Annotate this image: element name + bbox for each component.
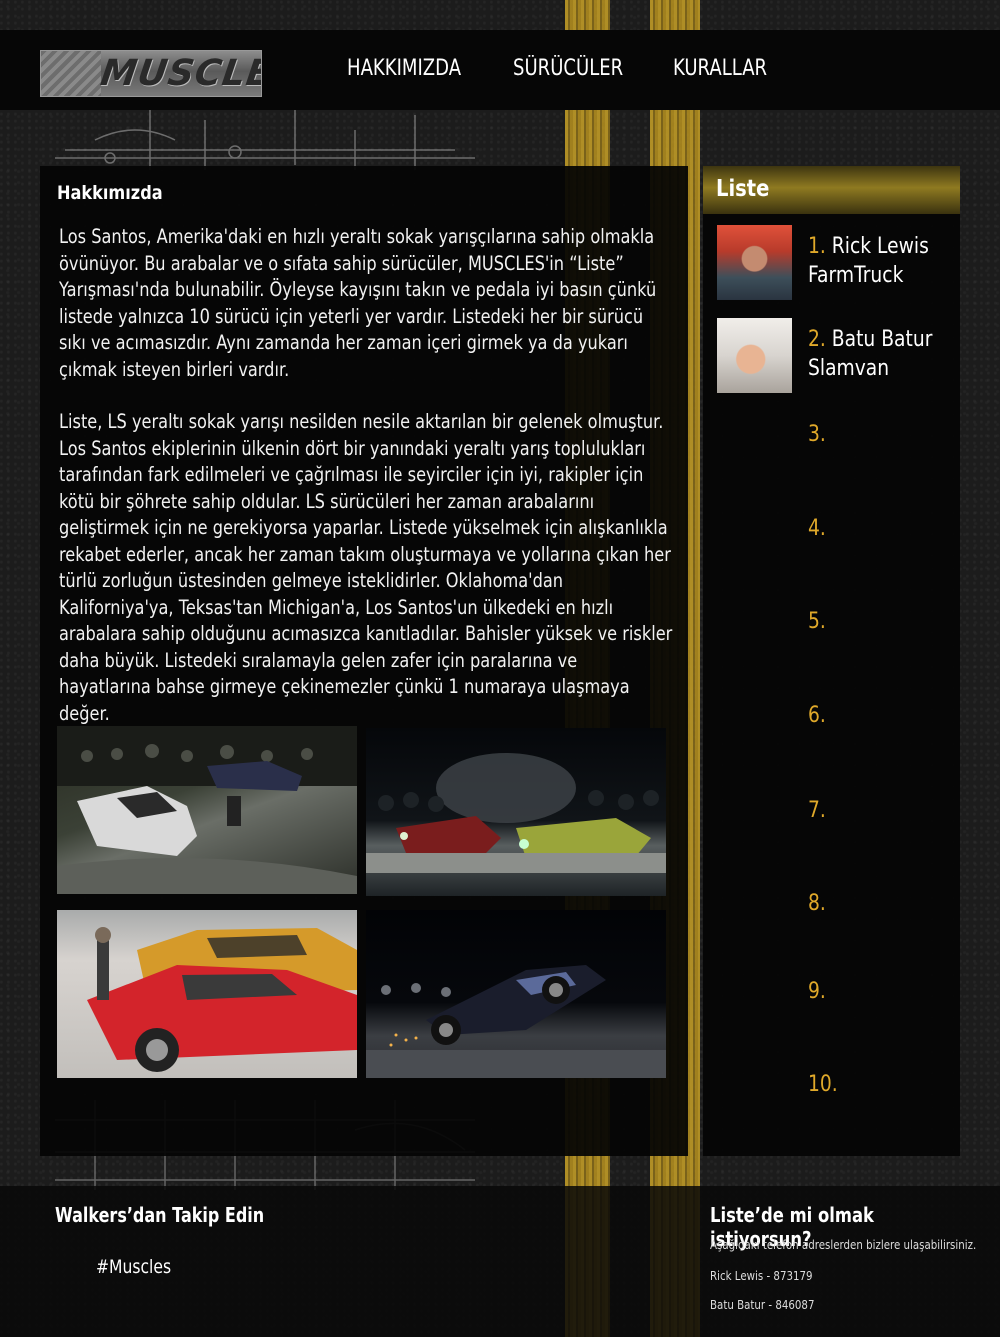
logo-text: MUSCLES bbox=[98, 53, 262, 94]
rank-item-1[interactable]: 1. Rick Lewis FarmTruck bbox=[808, 232, 953, 290]
logo-stripe-graphic bbox=[41, 51, 101, 96]
rank-item-7[interactable]: 7. bbox=[808, 798, 826, 823]
driver-avatar-rick-lewis[interactable] bbox=[717, 225, 792, 300]
rank-item-10[interactable]: 10. bbox=[808, 1072, 838, 1097]
site-footer: Walkers’dan Takip Edin #Muscles Liste’de… bbox=[0, 1186, 1000, 1337]
about-title: Hakkımızda bbox=[57, 182, 163, 204]
about-paragraph-2: Liste, LS yeraltı sokak yarışı nesilden … bbox=[59, 410, 673, 725]
driver-car: Slamvan bbox=[808, 356, 890, 381]
contact-rick-lewis: Rick Lewis - 873179 bbox=[710, 1268, 813, 1283]
rank-number: 1. bbox=[808, 234, 826, 259]
driver-avatar-batu-batur[interactable] bbox=[717, 318, 792, 393]
contact-info-text: Aşağıdaki telefon adreslerden bizlere ul… bbox=[710, 1237, 977, 1252]
nav-hakkimizda[interactable]: HAKKIMIZDA bbox=[347, 56, 461, 81]
ranking-sidebar: Liste 1. Rick Lewis FarmTruck 2. Batu Ba… bbox=[703, 166, 960, 1156]
main-nav: HAKKIMIZDA SÜRÜCÜLER KURALLAR bbox=[347, 56, 788, 81]
contact-batu-batur: Batu Batur - 846087 bbox=[710, 1297, 815, 1312]
site-header: MUSCLES HAKKIMIZDA SÜRÜCÜLER KURALLAR bbox=[0, 30, 1000, 110]
driver-car: FarmTruck bbox=[808, 263, 904, 288]
rank-item-8[interactable]: 8. bbox=[808, 891, 826, 916]
race-photo-4[interactable] bbox=[366, 910, 666, 1078]
map-decoration bbox=[55, 110, 475, 170]
follow-title: Walkers’dan Takip Edin bbox=[55, 1203, 265, 1227]
hashtag-link[interactable]: #Muscles bbox=[96, 1256, 171, 1278]
rank-item-3[interactable]: 3. bbox=[808, 422, 826, 447]
rank-number: 2. bbox=[808, 327, 826, 352]
rank-item-5[interactable]: 5. bbox=[808, 609, 826, 634]
race-photo-1[interactable] bbox=[57, 726, 357, 894]
about-paragraph-1: Los Santos, Amerika'daki en hızlı yeralt… bbox=[59, 225, 657, 381]
sidebar-header: Liste bbox=[703, 166, 960, 214]
sidebar-title: Liste bbox=[716, 176, 770, 202]
race-photo-2[interactable] bbox=[366, 728, 666, 896]
driver-name: Batu Batur bbox=[831, 327, 933, 352]
about-panel: Hakkımızda Los Santos, Amerika'daki en h… bbox=[40, 166, 688, 1156]
rank-item-4[interactable]: 4. bbox=[808, 516, 826, 541]
muscles-logo[interactable]: MUSCLES bbox=[40, 50, 262, 97]
driver-name: Rick Lewis bbox=[831, 234, 929, 259]
about-text: Los Santos, Amerika'daki en hızlı yeralt… bbox=[59, 224, 673, 753]
rank-item-9[interactable]: 9. bbox=[808, 979, 826, 1004]
nav-kurallar[interactable]: KURALLAR bbox=[673, 56, 767, 81]
rank-item-6[interactable]: 6. bbox=[808, 703, 826, 728]
race-photo-3[interactable] bbox=[57, 910, 357, 1078]
nav-suruculer[interactable]: SÜRÜCÜLER bbox=[513, 56, 623, 81]
rank-item-2[interactable]: 2. Batu Batur Slamvan bbox=[808, 325, 953, 383]
